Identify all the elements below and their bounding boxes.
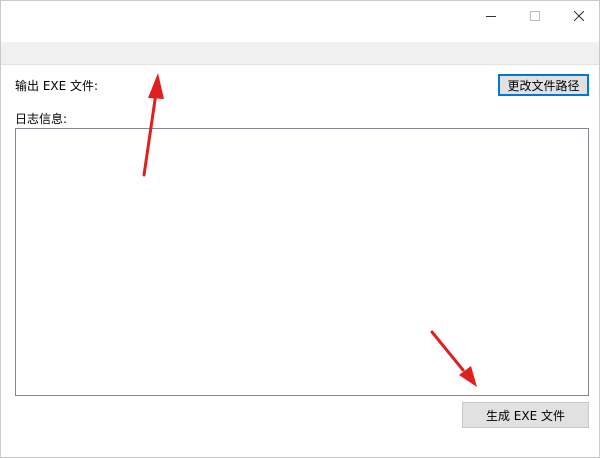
close-icon <box>574 11 584 21</box>
close-button[interactable] <box>556 1 600 31</box>
output-exe-label: 输出 EXE 文件: <box>15 79 99 93</box>
title-bar <box>1 1 599 31</box>
app-window: 输出 EXE 文件: 更改文件路径 日志信息: 生成 EXE 文件 <box>0 0 600 458</box>
generate-exe-button[interactable]: 生成 EXE 文件 <box>462 402 589 428</box>
minimize-button[interactable] <box>468 1 514 31</box>
minimize-icon <box>486 11 496 21</box>
log-info-label: 日志信息: <box>15 112 68 126</box>
log-textarea[interactable] <box>15 128 589 396</box>
menu-strip <box>1 42 599 65</box>
maximize-button[interactable] <box>512 1 558 31</box>
change-path-button[interactable]: 更改文件路径 <box>498 74 589 96</box>
maximize-icon <box>530 11 540 21</box>
